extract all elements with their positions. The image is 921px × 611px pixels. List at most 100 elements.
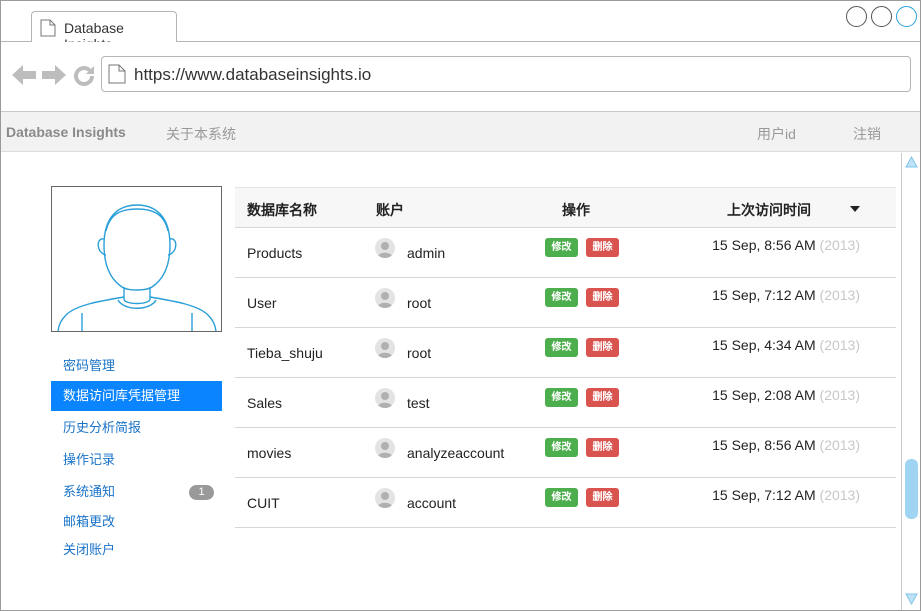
account-cell: account [407, 495, 457, 511]
browser-window: Database Insights https://www.databasein… [0, 0, 921, 611]
scroll-down-arrow-icon[interactable] [905, 593, 918, 605]
sort-down-icon[interactable] [849, 205, 861, 213]
db-name-cell: Products [247, 245, 303, 261]
account-cell: test [407, 395, 430, 411]
user-avatar-icon [375, 488, 395, 508]
user-silhouette-icon [57, 204, 217, 331]
sidebar-item-email-change[interactable]: 邮箱更改 [51, 507, 222, 537]
table-row: Tieba_shuju root 修改 删除 15 Sep, 4:34 AM (2013… [235, 328, 896, 378]
last-access-time: 15 Sep, 7:12 AM [712, 487, 816, 503]
close-button[interactable] [896, 6, 917, 27]
delete-button[interactable]: 删除 [586, 238, 619, 257]
last-access-time: 15 Sep, 4:34 AM [712, 337, 816, 353]
account-cell: root [407, 345, 432, 361]
sidebar-item-db-credentials[interactable]: 数据访问库凭据管理 [51, 381, 222, 411]
edit-button[interactable]: 修改 [545, 288, 578, 307]
avatar [51, 186, 222, 332]
db-name-cell: Sales [247, 395, 283, 411]
delete-button[interactable]: 删除 [586, 338, 619, 357]
last-access-cell: 15 Sep, 8:56 AM (2013) [712, 237, 860, 253]
delete-button[interactable]: 删除 [586, 438, 619, 457]
delete-button[interactable]: 删除 [586, 488, 619, 507]
last-access-cell: 15 Sep, 4:34 AM (2013) [712, 337, 860, 353]
delete-button[interactable]: 删除 [586, 388, 619, 407]
scroll-thumb[interactable] [905, 459, 918, 519]
nav-about-link[interactable]: 关于本系统 [166, 124, 236, 144]
db-name-cell: movies [247, 445, 292, 461]
column-header-account[interactable]: 账户 [376, 200, 404, 220]
edit-button[interactable]: 修改 [545, 488, 578, 507]
db-name-cell: Tieba_shuju [247, 345, 323, 361]
table-row: User root 修改 删除 15 Sep, 7:12 AM (2013) [235, 278, 896, 328]
last-access-time: 15 Sep, 7:12 AM [712, 287, 816, 303]
last-access-cell: 15 Sep, 8:56 AM (2013) [712, 437, 860, 453]
page-icon [108, 64, 126, 84]
last-access-time: 15 Sep, 2:08 AM [712, 387, 816, 403]
notification-count-badge: 1 [189, 485, 214, 500]
sidebar-item-label: 关闭账户 [63, 542, 116, 557]
user-avatar-icon [375, 288, 395, 308]
table-row: movies analyzeaccount 修改 删除 15 Sep, 8:56 AM … [235, 428, 896, 478]
tab-strip: Database Insights [1, 1, 920, 52]
nav-user-link[interactable]: 用户id [757, 124, 796, 144]
column-header-name[interactable]: 数据库名称 [247, 200, 317, 220]
last-access-cell: 15 Sep, 2:08 AM (2013) [712, 387, 860, 403]
database-table: 数据库名称 账户 操作 上次访问时间 Products admin 修改 删除 15 S… [235, 187, 896, 528]
edit-button[interactable]: 修改 [545, 438, 578, 457]
sidebar-item-label: 操作记录 [63, 452, 116, 467]
sidebar-item-operation-log[interactable]: 操作记录 [51, 445, 222, 475]
edit-button[interactable]: 修改 [545, 388, 578, 407]
sidebar-item-label: 邮箱更改 [63, 514, 116, 529]
minimize-button[interactable] [846, 6, 867, 27]
brand-link[interactable]: Database Insights [6, 124, 126, 140]
sidebar-item-notifications[interactable]: 系统通知 1 [51, 477, 222, 507]
reload-icon[interactable] [72, 64, 96, 88]
account-cell: admin [407, 245, 446, 261]
delete-button[interactable]: 删除 [586, 288, 619, 307]
sidebar-item-close-account[interactable]: 关闭账户 [51, 535, 222, 565]
last-access-year: (2013) [819, 487, 860, 503]
url-bar[interactable]: https://www.databaseinsights.io [101, 56, 911, 92]
table-row: Sales test 修改 删除 15 Sep, 2:08 AM (2013) [235, 378, 896, 428]
vertical-scrollbar[interactable] [901, 153, 920, 610]
table-row: CUIT account 修改 删除 15 Sep, 7:12 AM (2013) [235, 478, 896, 528]
db-name-cell: CUIT [247, 495, 280, 511]
maximize-button[interactable] [871, 6, 892, 27]
account-cell: root [407, 295, 432, 311]
last-access-year: (2013) [819, 437, 860, 453]
last-access-year: (2013) [819, 337, 860, 353]
app-navbar: Database Insights 关于本系统 用户id 注销 [1, 112, 920, 152]
column-header-last-access[interactable]: 上次访问时间 [727, 200, 811, 220]
sidebar-item-label: 密码管理 [63, 358, 116, 373]
sidebar-item-password[interactable]: 密码管理 [51, 351, 222, 381]
sidebar-item-label: 系统通知 [63, 484, 116, 499]
user-avatar-icon [375, 338, 395, 358]
nav-logout-link[interactable]: 注销 [853, 124, 881, 144]
sidebar-item-history-reports[interactable]: 历史分析简报 [51, 413, 222, 443]
table-row: Products admin 修改 删除 15 Sep, 8:56 AM (2013) [235, 228, 896, 278]
column-header-actions: 操作 [562, 202, 590, 218]
url-text: https://www.databaseinsights.io [134, 65, 372, 84]
user-avatar-icon [375, 388, 395, 408]
last-access-year: (2013) [819, 237, 860, 253]
scroll-up-arrow-icon[interactable] [905, 156, 918, 168]
back-arrow-icon[interactable] [11, 64, 37, 86]
page-icon [40, 19, 56, 37]
user-avatar-icon [375, 438, 395, 458]
last-access-time: 15 Sep, 8:56 AM [712, 437, 816, 453]
account-cell: analyzeaccount [407, 445, 505, 461]
address-bar-row: https://www.databaseinsights.io [1, 42, 920, 112]
edit-button[interactable]: 修改 [545, 338, 578, 357]
db-name-cell: User [247, 295, 277, 311]
forward-arrow-icon[interactable] [41, 64, 67, 86]
table-header: 数据库名称 账户 操作 上次访问时间 [235, 187, 896, 228]
user-avatar-icon [375, 238, 395, 258]
table-body: Products admin 修改 删除 15 Sep, 8:56 AM (2013) U… [235, 228, 896, 528]
last-access-cell: 15 Sep, 7:12 AM (2013) [712, 487, 860, 503]
edit-button[interactable]: 修改 [545, 238, 578, 257]
last-access-year: (2013) [819, 387, 860, 403]
last-access-year: (2013) [819, 287, 860, 303]
last-access-cell: 15 Sep, 7:12 AM (2013) [712, 287, 860, 303]
last-access-time: 15 Sep, 8:56 AM [712, 237, 816, 253]
browser-tab[interactable]: Database Insights [31, 11, 177, 52]
